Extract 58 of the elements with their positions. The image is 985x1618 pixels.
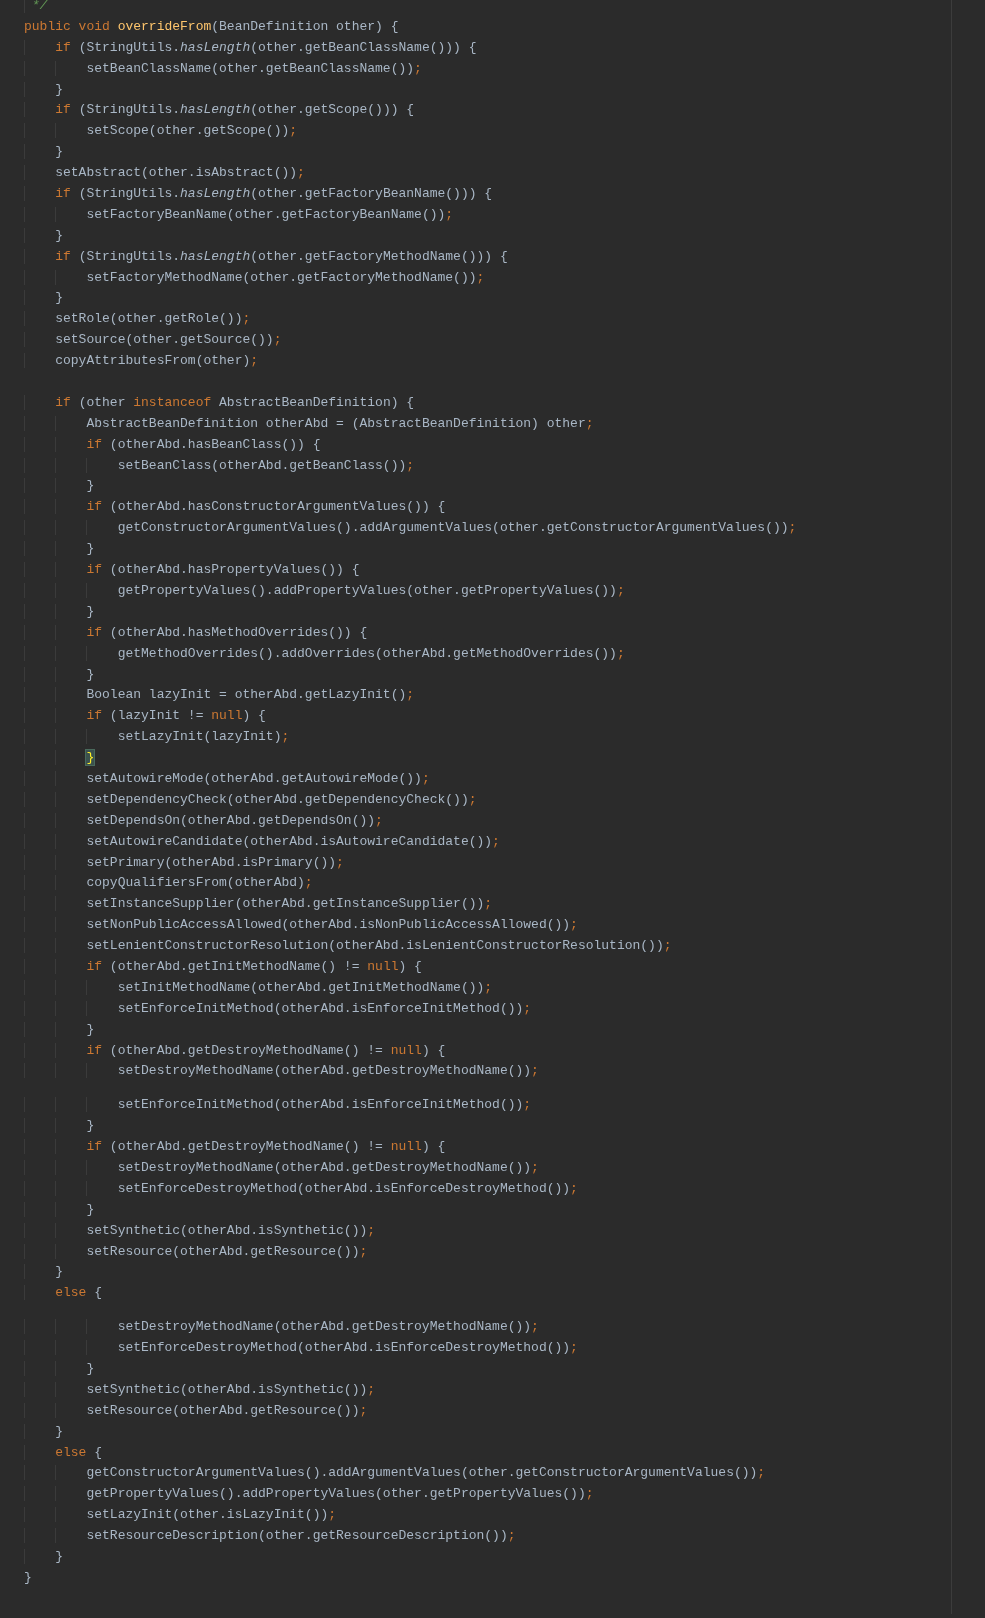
code-line: setResource(otherAbd.getResource()); [24, 1400, 368, 1422]
code-line: setLazyInit(lazyInit); [24, 727, 290, 749]
code-line: setRole(other.getRole()); [24, 309, 251, 331]
code-line: if (otherAbd.getInitMethodName() != null) { [24, 956, 422, 978]
code-line: setEnforceDestroyMethod(otherAbd.isEnforceDestroyMethod()); [24, 1338, 578, 1359]
code-line: setDependsOn(otherAbd.getDependsOn()); [24, 810, 383, 832]
code-line: if (other instanceof AbstractBeanDefinition) { [24, 392, 415, 414]
code-line: if (otherAbd.hasConstructorArgumentValues()) { [24, 497, 446, 519]
code-line: if (StringUtils.hasLength(other.getFactoryMethodName())) { [24, 246, 508, 268]
code-line: if (StringUtils.hasLength(other.getBeanClassName())) { [24, 37, 477, 59]
code-line: if (otherAbd.hasBeanClass()) { [24, 434, 321, 456]
code-line: getConstructorArgumentValues().addArgumentValues(other.getConstructorArgumentValues()); [24, 518, 797, 540]
code-line: setEnforceDestroyMethod(otherAbd.isEnforceDestroyMethod()); [24, 1178, 578, 1200]
code-line: setResource(otherAbd.getResource()); [24, 1241, 368, 1263]
code-line: setLazyInit(other.isLazyInit()); [24, 1505, 337, 1527]
code-line: setResourceDescription(other.getResourceDescription()); [24, 1526, 516, 1547]
code-line: setSynthetic(otherAbd.isSynthetic()); [24, 1379, 376, 1401]
code-line: else { [24, 1442, 103, 1464]
code-line: setAbstract(other.isAbstract()); [24, 163, 305, 184]
code-line: setFactoryBeanName(other.getFactoryBeanName()); [24, 204, 454, 226]
code-line: setBeanClass(otherAbd.getBeanClass()); [24, 455, 415, 477]
code-line: if (otherAbd.hasPropertyValues()) { [24, 560, 360, 581]
code-line: else { [24, 1283, 103, 1305]
code-line: setNonPublicAccessAllowed(otherAbd.isNonPublicAccessAllowed()); [24, 915, 578, 937]
code-line: if (otherAbd.hasMethodOverrides()) { [24, 622, 368, 644]
code-line: setBeanClassName(other.getBeanClassName()); [24, 58, 422, 80]
code-line: setDestroyMethodName(otherAbd.getDestroyMethodName()); [24, 1317, 539, 1339]
code-line: if (lazyInit != null) { [24, 706, 266, 728]
code-line: copyQualifiersFrom(otherAbd); [24, 873, 313, 895]
code-line: setInitMethodName(otherAbd.getInitMethodName()); [24, 977, 493, 999]
code-line: if (otherAbd.getDestroyMethodName() != null) { [24, 1040, 446, 1062]
code-line: getConstructorArgumentValues().addArgumentValues(other.getConstructorArgumentValues()); [24, 1463, 766, 1485]
code-line: AbstractBeanDefinition otherAbd = (AbstractBeanDefinition) other; [24, 413, 594, 435]
code-line: setScope(other.getScope()); [24, 121, 298, 143]
code-line: copyAttributesFrom(other); [24, 351, 259, 373]
code-line: setFactoryMethodName(other.getFactoryMethodName()); [24, 267, 485, 289]
code-line: if (otherAbd.getDestroyMethodName() != null) { [24, 1137, 446, 1158]
code-line: setInstanceSupplier(otherAbd.getInstanceSupplier()); [24, 894, 493, 916]
code-line: setDependencyCheck(otherAbd.getDependencyCheck()); [24, 789, 477, 811]
code-line: getPropertyValues().addPropertyValues(other.getPropertyValues()); [24, 1484, 594, 1506]
code-line: setAutowireCandidate(otherAbd.isAutowireCandidate()); [24, 831, 500, 853]
code-line: setEnforceInitMethod(otherAbd.isEnforceInitMethod()); [24, 998, 532, 1020]
code-line: public void overrideFrom(BeanDefinition other) { [24, 17, 399, 36]
code-line: getMethodOverrides().addOverrides(otherAbd.getMethodOverrides()); [24, 643, 625, 665]
code-line: if (StringUtils.hasLength(other.getFactoryBeanName())) { [24, 184, 493, 205]
code-line: setEnforceInitMethod(otherAbd.isEnforceInitMethod()); [24, 1095, 532, 1117]
code-line: setSource(other.getSource()); [24, 330, 282, 352]
code-line: setAutowireMode(otherAbd.getAutowireMode()); [24, 768, 430, 790]
code-line: Boolean lazyInit = otherAbd.getLazyInit(); [24, 685, 415, 707]
code-line: if (StringUtils.hasLength(other.getScope())) { [24, 100, 415, 122]
code-line: setDestroyMethodName(otherAbd.getDestroyMethodName()); [24, 1158, 539, 1179]
code-line: setPrimary(otherAbd.isPrimary()); [24, 852, 344, 874]
code-line: setLenientConstructorResolution(otherAbd.isLenientConstructorResolution()); [24, 936, 672, 957]
code-line: setDestroyMethodName(otherAbd.getDestroyMethodName()); [24, 1061, 539, 1083]
code-line: */ [24, 0, 48, 17]
code-line: setSynthetic(otherAbd.isSynthetic()); [24, 1220, 376, 1242]
code-line: } [24, 1568, 32, 1587]
code-line: getPropertyValues().addPropertyValues(other.getPropertyValues()); [24, 580, 625, 602]
